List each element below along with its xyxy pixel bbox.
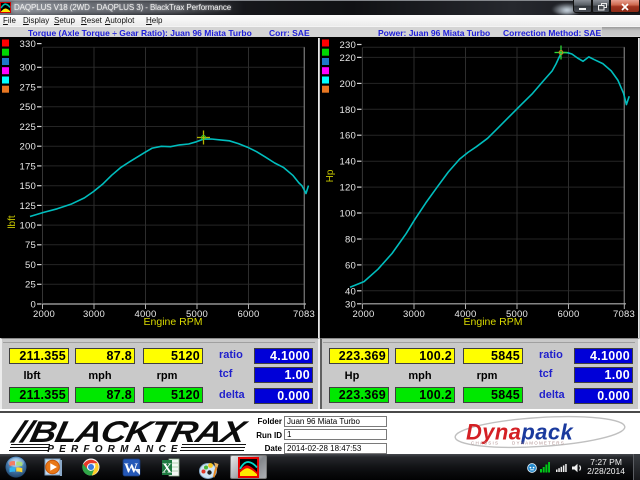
svg-text:100: 100 <box>20 221 36 232</box>
svg-text:6000: 6000 <box>558 309 580 320</box>
svg-text:225: 225 <box>20 122 36 133</box>
svg-text:125: 125 <box>20 201 36 212</box>
svg-text:60: 60 <box>345 260 356 271</box>
svg-text:X: X <box>162 462 172 477</box>
svg-text:160: 160 <box>340 131 356 142</box>
svg-text:150: 150 <box>20 181 36 192</box>
svg-text:CHASSIS: CHASSIS <box>471 441 499 446</box>
svg-text:DYNAMOMETERS: DYNAMOMETERS <box>512 441 565 446</box>
svg-text:230: 230 <box>340 40 356 51</box>
svg-text:Hp: Hp <box>325 169 336 182</box>
svg-text:7083: 7083 <box>613 309 635 320</box>
svg-text:275: 275 <box>20 82 36 93</box>
svg-text:220: 220 <box>340 53 356 64</box>
svg-text:120: 120 <box>340 183 356 194</box>
svg-text:2000: 2000 <box>353 309 375 320</box>
svg-text:175: 175 <box>20 161 36 172</box>
svg-text:Engine RPM: Engine RPM <box>464 316 523 328</box>
svg-text:3000: 3000 <box>83 309 105 320</box>
svg-text:100: 100 <box>340 209 356 220</box>
svg-text:3000: 3000 <box>403 309 425 320</box>
svg-text:330: 330 <box>20 39 36 50</box>
svg-text:180: 180 <box>340 105 356 116</box>
svg-text:lbft: lbft <box>7 215 18 229</box>
svg-text:2000: 2000 <box>33 309 55 320</box>
svg-text:6000: 6000 <box>238 309 260 320</box>
svg-text:300: 300 <box>20 63 36 74</box>
svg-text:W: W <box>124 462 138 477</box>
svg-text:250: 250 <box>20 102 36 113</box>
svg-text:50: 50 <box>25 260 36 271</box>
svg-text:80: 80 <box>345 235 356 246</box>
svg-text:7083: 7083 <box>293 309 315 320</box>
svg-text:25: 25 <box>25 280 36 291</box>
svg-text:PERFORMANCE: PERFORMANCE <box>47 444 183 454</box>
svg-text:Engine RPM: Engine RPM <box>144 316 203 328</box>
svg-text:200: 200 <box>340 79 356 90</box>
svg-text:75: 75 <box>25 240 36 251</box>
svg-text:200: 200 <box>20 142 36 153</box>
svg-text:140: 140 <box>340 157 356 168</box>
